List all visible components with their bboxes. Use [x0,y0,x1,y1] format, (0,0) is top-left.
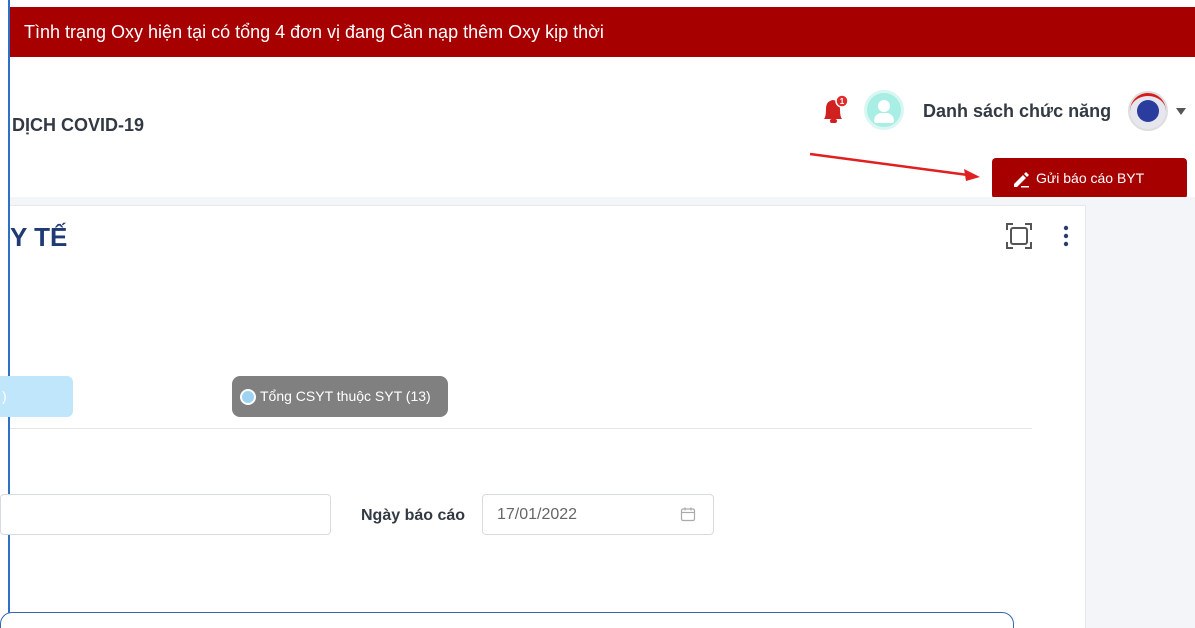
top-frame-line [0,0,1195,6]
main-card: Y TẾ ) Tổng CSYT thuộc SYT (13) Ngày báo… [0,205,1086,628]
notification-count: 1 [840,97,845,106]
page-header: DỊCH COVID-19 1 Danh sách chức năng Gửi … [10,57,1195,199]
notification-button[interactable]: 1 [820,94,849,125]
send-report-label: Gửi báo cáo BYT [1036,170,1145,186]
card-title: Y TẾ [10,222,68,252]
chevron-down-icon[interactable] [1176,108,1186,115]
bottom-input[interactable] [0,612,1014,628]
filter-input[interactable] [0,494,331,535]
tab-partial-label: ) [2,388,7,404]
send-report-byt-button[interactable]: Gửi báo cáo BYT [992,158,1187,199]
annotation-arrow [809,152,980,181]
bell-icon: 1 [824,94,849,123]
more-vertical-icon[interactable] [1060,224,1072,248]
user-avatar-icon[interactable] [864,90,904,130]
page-title: DỊCH COVID-19 [12,115,145,135]
radio-dot-icon [240,389,256,405]
divider [10,428,1032,429]
tab-total-csyt-label: Tổng CSYT thuộc SYT (13) [260,388,431,404]
function-list-menu[interactable]: Danh sách chức năng [923,101,1111,122]
pen-icon [1014,172,1029,188]
ministry-logo-icon[interactable] [1128,91,1168,131]
tab-total-csyt[interactable]: Tổng CSYT thuộc SYT (13) [232,376,448,417]
report-date-label: Ngày báo cáo [361,507,466,524]
calendar-icon[interactable] [680,506,696,522]
tab-partial[interactable]: ) [0,376,73,417]
oxygen-alert-banner[interactable]: Tình trạng Oxy hiện tại có tổng 4 đơn vị… [10,7,1195,57]
banner-text: Tình trạng Oxy hiện tại có tổng 4 đơn vị… [24,22,604,42]
fullscreen-icon[interactable] [1005,222,1033,250]
